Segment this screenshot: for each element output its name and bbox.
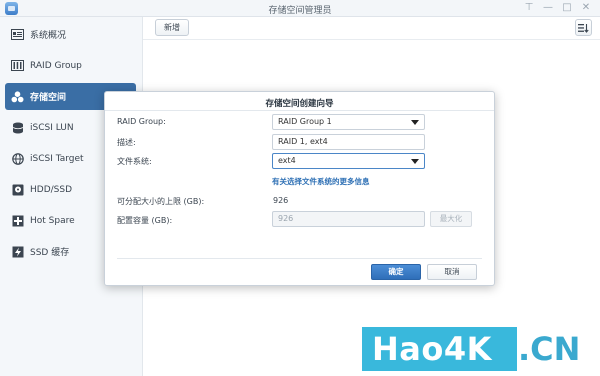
description-input[interactable]: RAID 1, ext4 bbox=[272, 134, 425, 150]
title-bar: 存储空间管理员 ⊤ — □ ✕ bbox=[0, 0, 600, 17]
window-title: 存储空间管理员 bbox=[268, 6, 332, 16]
sidebar-item-raid-group[interactable]: RAID Group bbox=[5, 52, 136, 79]
raid-icon bbox=[11, 59, 24, 72]
raid-group-label: RAID Group: bbox=[117, 117, 166, 126]
max-size-label: 可分配大小的上限 (GB): bbox=[117, 197, 205, 206]
raid-group-select[interactable]: RAID Group 1 bbox=[272, 114, 425, 130]
pin-icon[interactable]: ⊤ bbox=[523, 2, 535, 14]
dialog-title: 存储空间创建向导 bbox=[265, 99, 334, 109]
target-icon bbox=[11, 152, 24, 165]
filesystem-info-link[interactable]: 有关选择文件系统的更多信息 bbox=[272, 176, 370, 187]
dialog-divider bbox=[105, 110, 494, 111]
ok-button[interactable]: 确定 bbox=[371, 264, 421, 280]
volume-icon bbox=[11, 90, 24, 103]
description-value: RAID 1, ext4 bbox=[278, 137, 328, 146]
disk-icon bbox=[11, 183, 24, 196]
filesystem-value: ext4 bbox=[278, 156, 296, 165]
chevron-down-icon bbox=[411, 159, 419, 164]
maximize-button[interactable]: 最大化 bbox=[430, 211, 472, 227]
sidebar-item-label: HDD/SSD bbox=[30, 184, 73, 195]
sort-button[interactable] bbox=[575, 19, 592, 36]
footer-divider bbox=[117, 258, 482, 259]
filesystem-select[interactable]: ext4 bbox=[272, 153, 425, 169]
watermark-text-right: .CN bbox=[518, 330, 581, 368]
capacity-value: 926 bbox=[278, 214, 294, 223]
overview-icon bbox=[11, 28, 24, 41]
minimize-icon[interactable]: — bbox=[542, 2, 554, 14]
create-volume-dialog: 存储空间创建向导 RAID Group: RAID Group 1 描述: RA… bbox=[104, 91, 495, 286]
ssd-cache-icon bbox=[11, 245, 24, 258]
sidebar-item-label: SSD 缓存 bbox=[30, 248, 70, 258]
raid-group-value: RAID Group 1 bbox=[278, 117, 332, 126]
create-button[interactable]: 新增 bbox=[155, 19, 189, 36]
watermark-logo: Hao4K .CN bbox=[362, 324, 595, 371]
sidebar-item-label: Hot Spare bbox=[30, 215, 75, 226]
watermark-text-left: Hao4K bbox=[372, 330, 492, 368]
cancel-button[interactable]: 取消 bbox=[427, 264, 477, 280]
close-icon[interactable]: ✕ bbox=[580, 2, 592, 14]
description-label: 描述: bbox=[117, 138, 136, 147]
toolbar: 新增 bbox=[143, 17, 600, 40]
sidebar-item-label: 存储空间 bbox=[30, 93, 67, 103]
maximize-icon[interactable]: □ bbox=[561, 2, 573, 14]
sidebar-item-label: 系统概况 bbox=[30, 31, 67, 41]
filesystem-label: 文件系统: bbox=[117, 157, 152, 166]
capacity-input[interactable]: 926 bbox=[272, 211, 425, 227]
sort-icon bbox=[578, 24, 589, 33]
capacity-label: 配置容量 (GB): bbox=[117, 216, 173, 225]
max-size-value: 926 bbox=[273, 196, 289, 205]
sidebar-item-overview[interactable]: 系统概况 bbox=[5, 21, 136, 48]
hot-spare-icon bbox=[11, 214, 24, 227]
sidebar-item-label: RAID Group bbox=[30, 60, 82, 71]
chevron-down-icon bbox=[411, 120, 419, 125]
sidebar-item-label: iSCSI LUN bbox=[30, 122, 74, 133]
sidebar-item-label: iSCSI Target bbox=[30, 153, 84, 164]
lun-icon bbox=[11, 121, 24, 134]
